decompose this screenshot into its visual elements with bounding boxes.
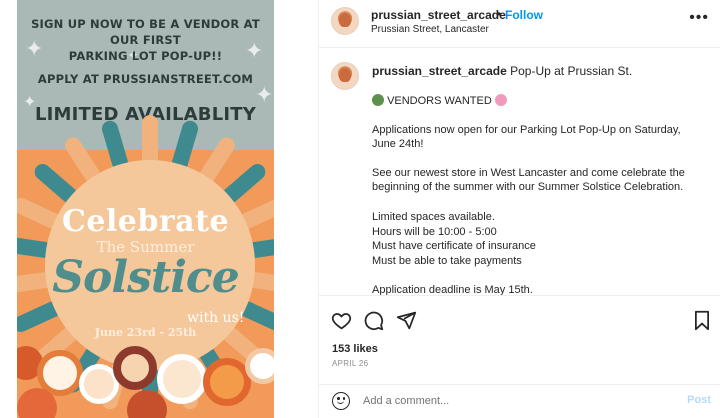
action-bar: 153 likes APRIL 26 Post [319, 296, 720, 416]
vendors-wanted-line: VENDORS WANTED [372, 94, 507, 108]
caption-line: Must be able to take payments [372, 255, 522, 267]
caption-line: Hours will be 10:00 - 5:00 [372, 226, 497, 238]
post-header: prussian_street_arcade • Follow Prussian… [319, 0, 720, 48]
separator-dot: • [497, 7, 502, 21]
likes-count[interactable]: 153 likes [332, 343, 378, 355]
caption-first-line: Pop-Up at Prussian St. [510, 64, 633, 78]
blossom-emoji-icon [494, 94, 507, 106]
share-icon[interactable] [396, 310, 417, 331]
emoji-mouth [337, 400, 344, 404]
caption-header: prussian_street_arcade Pop-Up at Prussia… [372, 64, 632, 78]
caption-area[interactable]: prussian_street_arcade Pop-Up at Prussia… [319, 48, 720, 296]
header-username[interactable]: prussian_street_arcade [371, 8, 506, 22]
avatar-logo-icon [339, 68, 351, 82]
flower-decoration [203, 358, 251, 406]
poster-celebrate: Celebrate [61, 204, 230, 239]
post-button[interactable]: Post [687, 394, 711, 406]
poster-with-us: with us! [187, 310, 245, 326]
flower-decoration [157, 354, 207, 404]
heart-icon[interactable] [331, 310, 352, 331]
comment-icon[interactable] [363, 310, 384, 331]
poster-solstice: Solstice [52, 252, 239, 303]
avatar[interactable] [331, 7, 359, 35]
sun-ray [142, 115, 158, 161]
emoji-icon[interactable] [332, 392, 350, 410]
caption-username[interactable]: prussian_street_arcade [372, 64, 507, 78]
poster-sun-area: Celebrate The Summer Solstice with us! J… [17, 115, 274, 418]
caption-line: Must have certificate of insurance [372, 240, 536, 252]
flower-emoji-icon [372, 94, 384, 106]
poster-dates: June 23rd - 25th [94, 326, 197, 339]
caption-line: Applications now open for our Parking Lo… [372, 124, 681, 136]
flower-decoration [245, 348, 274, 384]
caption-line: Application deadline is May 15th. [372, 284, 533, 296]
avatar-logo-icon [339, 13, 351, 27]
vendors-wanted-text: VENDORS WANTED [387, 95, 492, 107]
poster-text-line: SIGN UP NOW TO BE A VENDOR AT OUR FIRST … [17, 16, 274, 64]
comment-row: Post [319, 384, 720, 416]
follow-button[interactable]: Follow [505, 8, 543, 22]
caption-line: June 24th! [372, 138, 424, 150]
poster-line-2: PARKING LOT POP-UP!! [68, 49, 223, 63]
avatar[interactable] [331, 62, 359, 90]
media-panel: ✦ ✦ ✦ ✦ ✦ SIGN UP NOW TO BE A VENDOR AT … [0, 0, 318, 418]
post-image[interactable]: ✦ ✦ ✦ ✦ ✦ SIGN UP NOW TO BE A VENDOR AT … [17, 0, 274, 418]
caption-line: See our newest store in West Lancaster a… [372, 167, 685, 179]
caption-line: Limited spaces available. [372, 211, 495, 223]
flower-decoration [113, 346, 157, 390]
post-date: APRIL 26 [332, 359, 369, 368]
more-horizontal-icon[interactable]: ••• [689, 9, 709, 27]
post-details: prussian_street_arcade • Follow Prussian… [318, 0, 720, 418]
flower-decoration [127, 390, 167, 418]
bookmark-icon[interactable] [693, 310, 711, 331]
location-link[interactable]: Prussian Street, Lancaster [371, 24, 489, 35]
comment-input[interactable] [363, 391, 663, 411]
poster-line-1: SIGN UP NOW TO BE A VENDOR AT OUR FIRST [31, 17, 260, 47]
sparkle-icon: ✦ [255, 82, 274, 107]
poster-line-3: APPLY AT PRUSSIANSTREET.COM [37, 72, 254, 86]
caption-line: beginning of the summer with our Summer … [372, 181, 684, 193]
